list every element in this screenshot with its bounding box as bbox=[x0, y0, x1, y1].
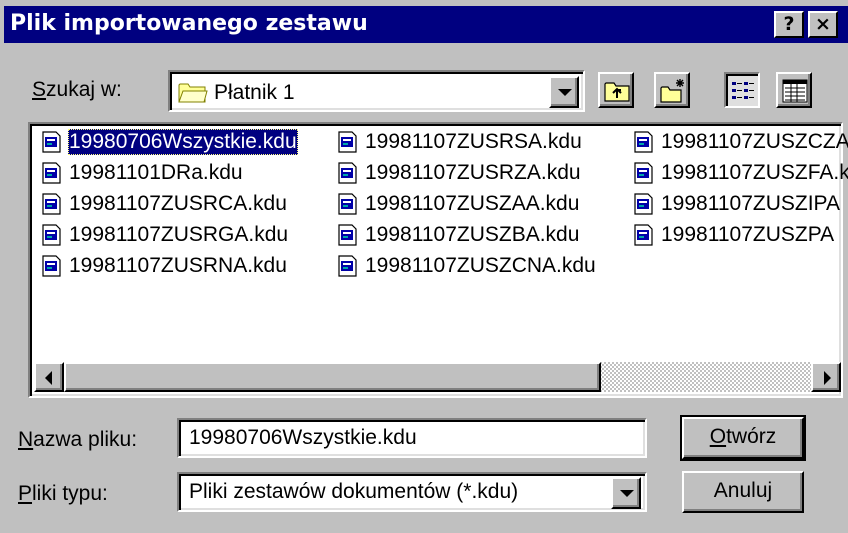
list-view-icon bbox=[732, 82, 754, 99]
document-file-icon bbox=[634, 131, 653, 153]
look-in-label: Szukaj w: bbox=[32, 77, 122, 103]
file-name: 19981107ZUSZIPA bbox=[661, 192, 840, 215]
up-one-level-button[interactable] bbox=[598, 72, 634, 108]
document-file-icon bbox=[42, 224, 61, 246]
file-name: 19981107ZUSRSA.kdu bbox=[365, 130, 582, 153]
horizontal-scrollbar[interactable] bbox=[34, 362, 841, 392]
file-name: 19981101DRa.kdu bbox=[69, 161, 243, 184]
title-bar[interactable]: Plik importowanego zestawu ? × bbox=[4, 6, 848, 43]
new-folder-icon bbox=[660, 79, 684, 103]
document-file-icon bbox=[338, 193, 357, 215]
open-button[interactable]: Otwórz bbox=[680, 415, 806, 461]
file-name: 19980706Wszystkie.kdu bbox=[68, 129, 298, 155]
arrow-left-icon bbox=[45, 371, 52, 385]
arrow-right-icon bbox=[824, 371, 831, 385]
document-file-icon bbox=[42, 131, 61, 153]
file-name: 19981107ZUSRGA.kdu bbox=[69, 223, 289, 246]
file-list[interactable]: 19980706Wszystkie.kdu 19981101DRa.kdu 1998… bbox=[28, 122, 848, 398]
document-file-icon bbox=[634, 162, 653, 184]
file-name: 19981107ZUSZPA bbox=[661, 223, 835, 246]
look-in-dropdown-button[interactable] bbox=[549, 76, 579, 108]
file-name-value: 19980706Wszystkie.kdu bbox=[189, 426, 417, 449]
chevron-down-icon bbox=[620, 490, 634, 497]
look-in-combo[interactable]: Płatnik 1 bbox=[168, 70, 585, 112]
document-file-icon bbox=[338, 224, 357, 246]
file-name-accel: N bbox=[18, 428, 34, 451]
create-new-folder-button[interactable] bbox=[654, 72, 690, 108]
look-in-accel: S bbox=[32, 78, 47, 101]
file-name: 19981107ZUSZBA.kdu bbox=[365, 223, 580, 246]
document-file-icon bbox=[42, 255, 61, 277]
document-file-icon bbox=[338, 255, 357, 277]
up-folder-icon bbox=[604, 82, 630, 102]
document-file-icon bbox=[338, 162, 357, 184]
open-label: twórz bbox=[726, 425, 777, 448]
file-name: 19981107ZUSRZA.kdu bbox=[365, 161, 581, 184]
file-type-label-text: liki typu: bbox=[32, 482, 108, 505]
chevron-down-icon bbox=[558, 89, 572, 96]
file-name: 19981107ZUSZCNA.kdu bbox=[365, 254, 596, 277]
close-icon: × bbox=[815, 13, 831, 35]
file-name: 19981107ZUSZFA.kdu bbox=[661, 161, 848, 184]
file-name-label: Nazwa pliku: bbox=[18, 427, 137, 453]
list-view-button[interactable] bbox=[724, 72, 760, 108]
scrollbar-thumb[interactable] bbox=[64, 362, 601, 392]
file-name: 19981107ZUSZCZA.kdu bbox=[661, 130, 848, 153]
file-name-input[interactable]: 19980706Wszystkie.kdu bbox=[177, 418, 647, 458]
document-file-icon bbox=[42, 162, 61, 184]
open-file-dialog: Plik importowanego zestawu ? × Szukaj w:… bbox=[0, 0, 848, 533]
folder-icon bbox=[178, 83, 208, 103]
file-name: 19981107ZUSZAA.kdu bbox=[365, 192, 580, 215]
details-view-button[interactable] bbox=[776, 72, 812, 108]
file-type-label: Pliki typu: bbox=[18, 481, 108, 507]
document-file-icon bbox=[338, 131, 357, 153]
document-file-icon bbox=[634, 193, 653, 215]
document-file-icon bbox=[634, 224, 653, 246]
file-type-value: Pliki zestawów dokumentów (*.kdu) bbox=[189, 480, 519, 503]
scroll-right-button[interactable] bbox=[811, 362, 841, 392]
document-file-icon bbox=[42, 193, 61, 215]
cancel-button[interactable]: Anuluj bbox=[682, 471, 804, 513]
look-in-value: Płatnik 1 bbox=[214, 81, 295, 104]
file-type-accel: P bbox=[18, 482, 33, 505]
file-name: 19981107ZUSRCA.kdu bbox=[69, 192, 287, 215]
file-name: 19981107ZUSRNA.kdu bbox=[69, 254, 287, 277]
look-in-label-text: zukaj w: bbox=[46, 78, 122, 101]
close-button[interactable]: × bbox=[808, 11, 838, 38]
file-type-combo[interactable]: Pliki zestawów dokumentów (*.kdu) bbox=[177, 472, 647, 512]
open-accel: O bbox=[709, 425, 727, 448]
window-title: Plik importowanego zestawu bbox=[10, 11, 368, 36]
file-name-label-text: azwa pliku: bbox=[33, 428, 138, 451]
file-type-dropdown-button[interactable] bbox=[611, 477, 641, 509]
scroll-left-button[interactable] bbox=[34, 362, 64, 392]
help-button[interactable]: ? bbox=[774, 11, 804, 38]
details-view-icon bbox=[782, 79, 808, 103]
